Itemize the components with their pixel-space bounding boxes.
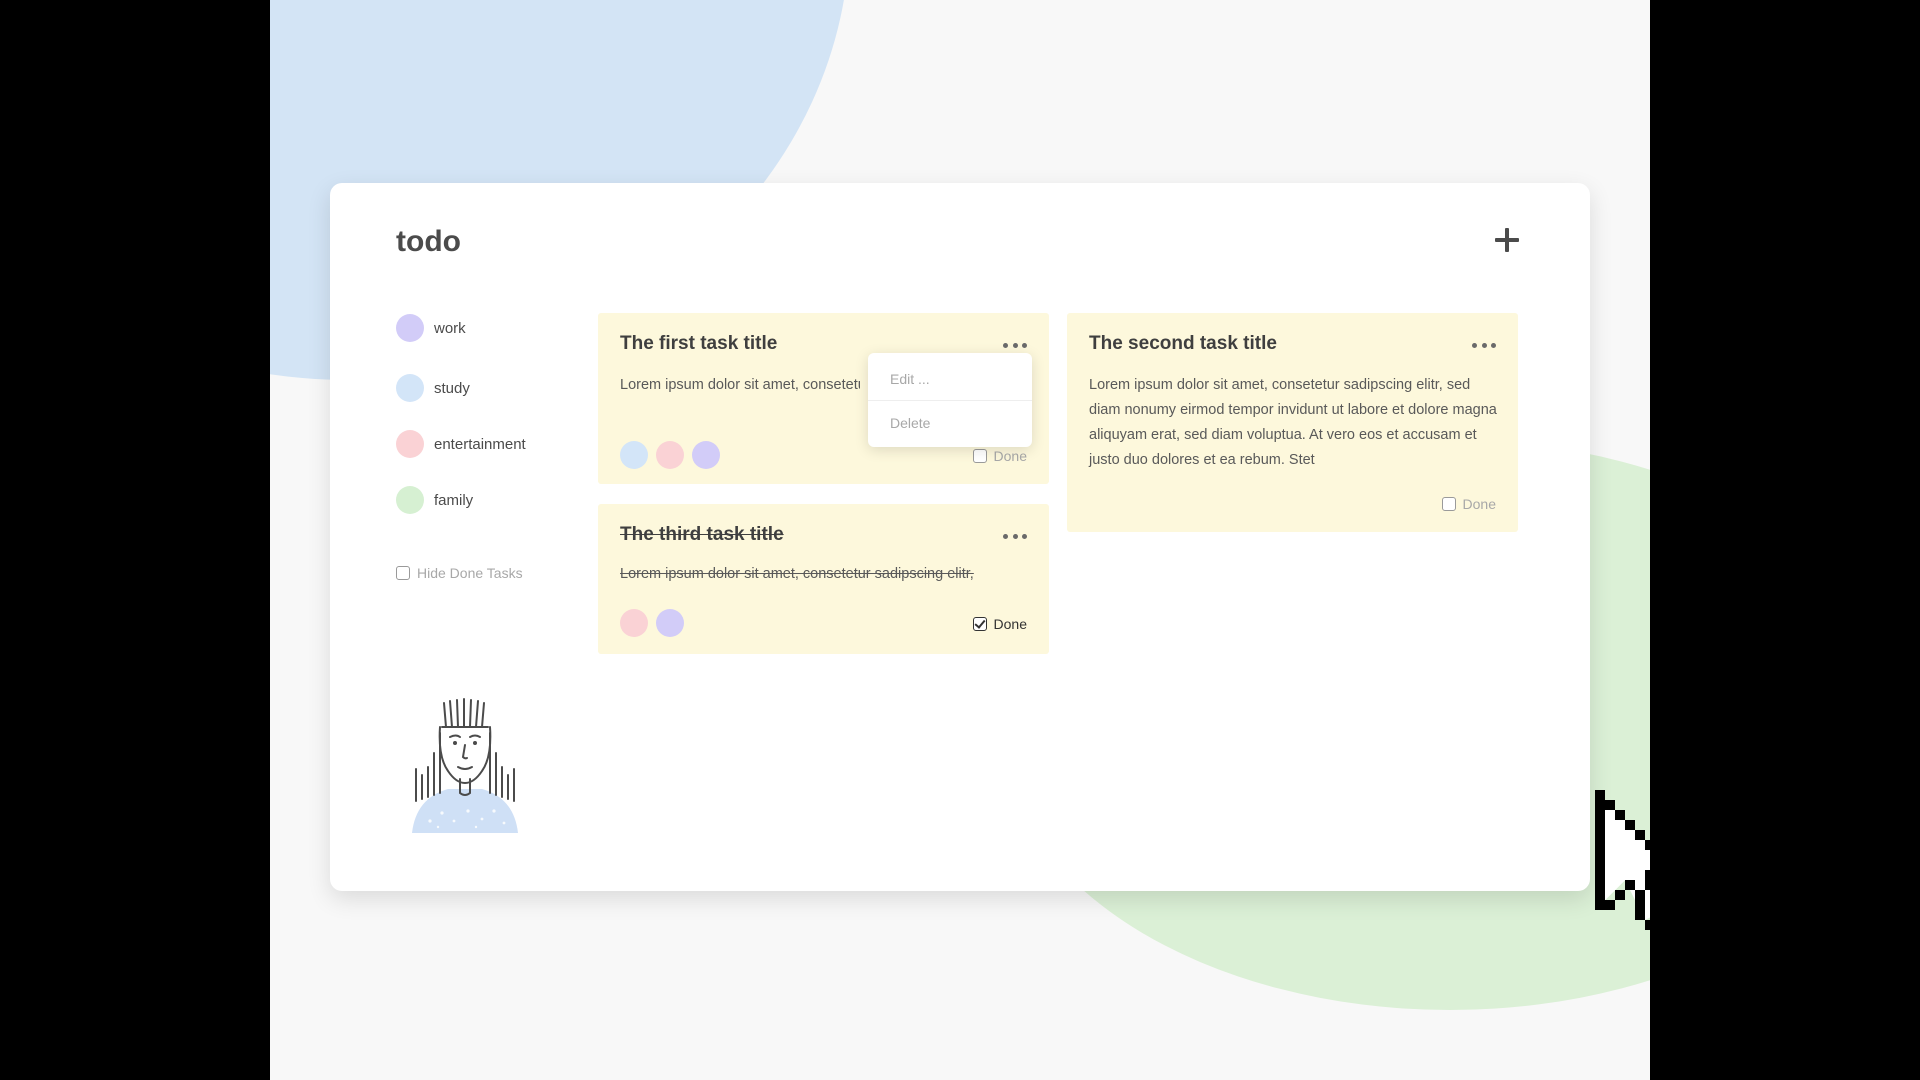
task-menu-icon[interactable]: [1472, 341, 1496, 349]
hide-done-label: Hide Done Tasks: [417, 565, 523, 581]
task-done-checkbox[interactable]: [972, 449, 987, 463]
todo-app-window: todo work study entertainment family Hid…: [330, 183, 1590, 891]
mouse-pointer-icon: [1595, 790, 1650, 930]
category-item-work[interactable]: work: [396, 313, 466, 343]
add-task-button[interactable]: [1490, 223, 1524, 257]
task-card-2[interactable]: The second task title Lorem ipsum dolor …: [1067, 313, 1518, 532]
task-title: The second task title: [1089, 333, 1277, 354]
user-avatar-illustration: [412, 698, 518, 833]
task-done-label: Done: [993, 448, 1027, 464]
task-done-checkbox[interactable]: [972, 617, 987, 631]
category-color-dot: [396, 374, 424, 402]
category-label: work: [434, 319, 466, 337]
category-label: family: [434, 491, 474, 509]
task-description: Lorem ipsum dolor sit amet, consetetur s…: [620, 566, 974, 582]
task-title: The first task title: [620, 333, 778, 354]
category-label: study: [434, 379, 470, 397]
app-title: todo: [396, 225, 461, 258]
category-item-entertainment[interactable]: entertainment: [396, 429, 526, 459]
task-menu-icon[interactable]: [1003, 341, 1027, 349]
task-tag-dot: [692, 441, 720, 469]
task-done-label: Done: [1462, 496, 1496, 512]
category-color-dot: [396, 314, 424, 342]
task-menu-icon[interactable]: [1003, 532, 1027, 540]
task-context-menu: Edit ... Delete: [868, 353, 1032, 447]
hide-done-checkbox[interactable]: [396, 566, 410, 580]
hide-done-tasks-toggle[interactable]: Hide Done Tasks: [396, 565, 523, 581]
task-done-toggle[interactable]: Done: [1441, 496, 1496, 512]
task-description: Lorem ipsum dolor sit amet, consetetur s…: [1089, 377, 1497, 468]
desktop-background: todo work study entertainment family Hid…: [270, 0, 1650, 1080]
task-card-3[interactable]: The third task title Lorem ipsum dolor s…: [598, 504, 1049, 654]
task-done-toggle[interactable]: Done: [972, 616, 1027, 632]
task-tag-dot: [656, 609, 684, 637]
category-item-family[interactable]: family: [396, 485, 473, 515]
task-tag-dot: [656, 441, 684, 469]
task-done-toggle[interactable]: Done: [972, 448, 1027, 464]
task-done-checkbox[interactable]: [1441, 497, 1456, 511]
category-color-dot: [396, 486, 424, 514]
category-item-study[interactable]: study: [396, 373, 470, 403]
task-description: Lorem ipsum dolor sit amet, consetetur s…: [620, 377, 860, 393]
category-color-dot: [396, 430, 424, 458]
task-done-label: Done: [993, 616, 1027, 632]
edit-menu-item[interactable]: Edit ...: [868, 357, 1032, 401]
task-tag-list: [620, 609, 692, 637]
task-tag-dot: [620, 609, 648, 637]
task-tag-dot: [620, 441, 648, 469]
category-label: entertainment: [434, 435, 526, 453]
task-tag-list: [620, 441, 728, 469]
delete-menu-item[interactable]: Delete: [868, 401, 1032, 445]
task-title: The third task title: [620, 524, 784, 545]
